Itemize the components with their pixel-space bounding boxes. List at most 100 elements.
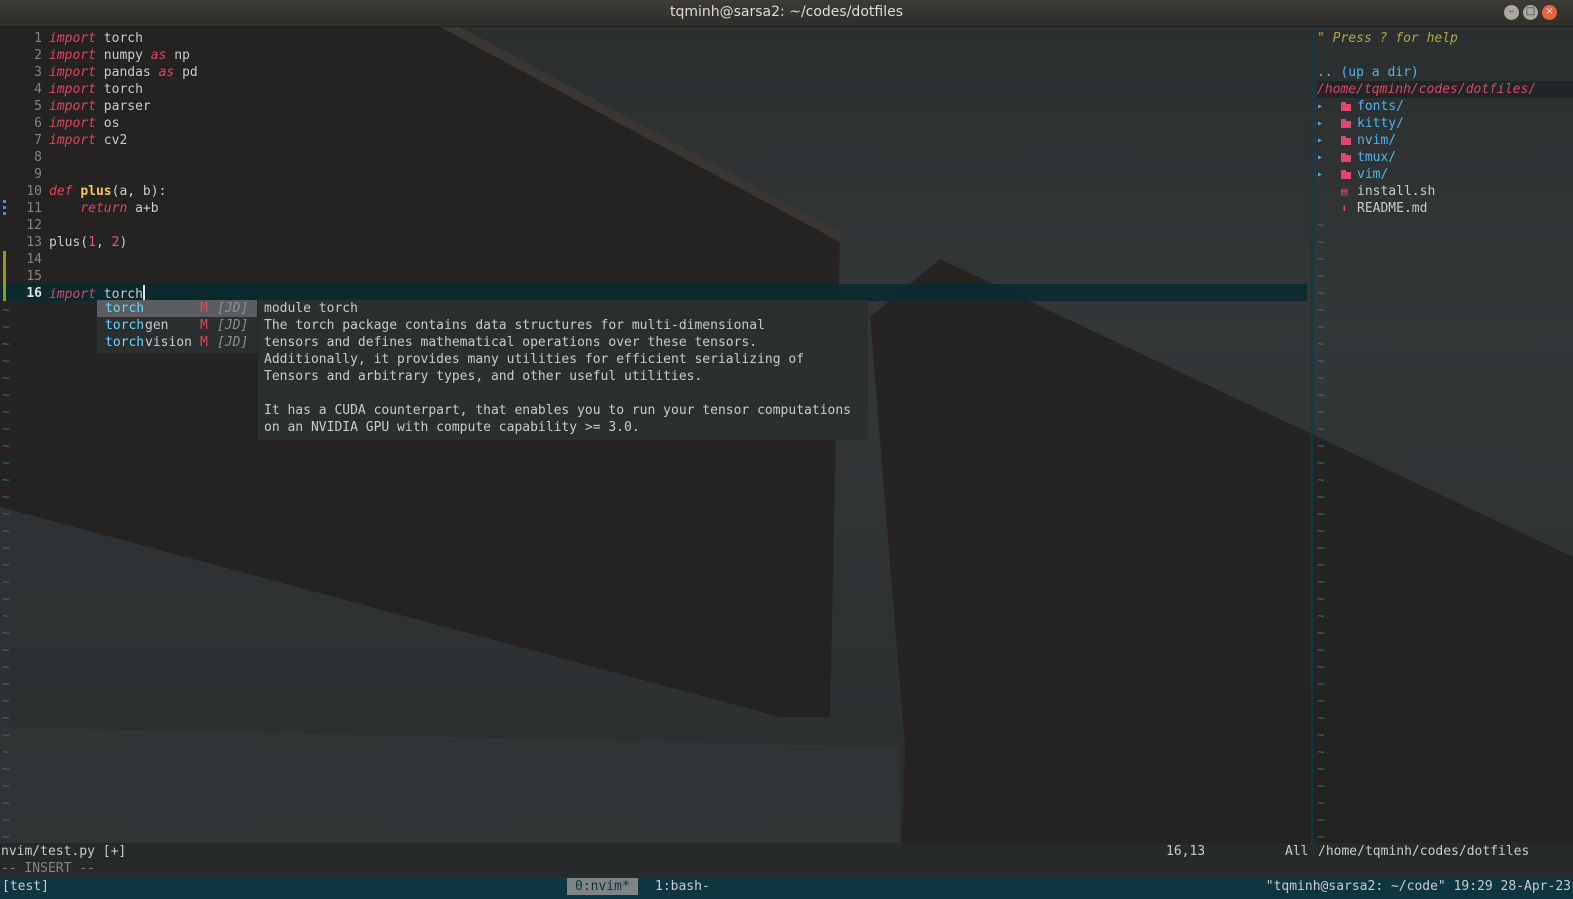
code-text: torch	[95, 82, 143, 97]
completion-source: [JD]	[217, 318, 249, 333]
tree-split-border	[1311, 27, 1313, 847]
code-line[interactable]: import parser	[49, 98, 151, 115]
code-line[interactable]: import cv2	[49, 132, 127, 149]
empty-line-marker: ~	[2, 422, 10, 437]
empty-line-marker: ~	[1317, 592, 1325, 607]
status-tree-path: /home/tqminh/codes/dotfiles	[1318, 844, 1530, 859]
empty-line-marker: ~	[2, 337, 10, 352]
tmux-session[interactable]: [test]	[2, 878, 49, 895]
code-line[interactable]: import pandas as pd	[49, 64, 198, 81]
empty-line-marker: ~	[1317, 388, 1325, 403]
code-keyword: def	[49, 184, 73, 199]
empty-line-marker: ~	[2, 813, 10, 828]
empty-line-marker: ~	[2, 320, 10, 335]
empty-line-marker: ~	[2, 745, 10, 760]
tree-folder[interactable]: ▸ vim/	[1317, 166, 1567, 183]
completion-source: [JD]	[217, 335, 249, 350]
empty-line-marker: ~	[2, 779, 10, 794]
empty-line-marker: ~	[2, 524, 10, 539]
code-line[interactable]: import os	[49, 115, 119, 132]
code-line[interactable]: return a+b	[49, 200, 158, 217]
line-number: 9	[34, 167, 42, 182]
tree-file[interactable]: ⬇ README.md	[1317, 200, 1567, 217]
empty-line-marker: ~	[1317, 524, 1325, 539]
empty-line-marker: ~	[1317, 473, 1325, 488]
doc-line: Tensors and arbitrary types, and other u…	[264, 369, 703, 384]
folder-icon	[1341, 119, 1351, 128]
empty-line-marker: ~	[2, 388, 10, 403]
code-keyword: import	[49, 133, 96, 148]
close-icon[interactable]: ×	[1542, 5, 1557, 20]
code-line[interactable]: import torch	[49, 30, 143, 47]
empty-line-marker: ~	[1317, 320, 1325, 335]
status-scroll: All	[1285, 844, 1309, 859]
code-text: parser	[95, 99, 151, 114]
tree-folder[interactable]: ▸ kitty/	[1317, 115, 1567, 132]
window-titlebar: tqminh@sarsa2: ~/codes/dotfiles – □ ×	[0, 0, 1573, 27]
tmux-window-nvim[interactable]: 0:nvim*	[567, 878, 638, 895]
code-keyword: as	[158, 65, 175, 80]
empty-line-marker: ~	[1317, 762, 1325, 777]
empty-line-marker: ~	[1317, 558, 1325, 573]
empty-line-marker: ~	[1317, 422, 1325, 437]
folder-icon	[1341, 102, 1351, 111]
empty-line-marker: ~	[1317, 252, 1325, 267]
empty-line-marker: ~	[2, 575, 10, 590]
empty-line-marker: ~	[1317, 235, 1325, 250]
empty-line-marker: ~	[1317, 354, 1325, 369]
cursor-line-highlight	[0, 284, 1307, 301]
code-text: numpy	[95, 48, 151, 63]
tree-folder[interactable]: ▸ tmux/	[1317, 149, 1567, 166]
code-line[interactable]: import torch	[49, 81, 143, 98]
empty-line-marker: ~	[1317, 303, 1325, 318]
completion-item[interactable]: torch M [JD]	[97, 300, 257, 317]
completion-item[interactable]: torch vision M [JD]	[97, 334, 257, 351]
folder-name: nvim/	[1357, 133, 1397, 148]
completion-kind: M	[200, 318, 208, 333]
completion-item[interactable]: torch gen M [JD]	[97, 317, 257, 334]
markdown-file-icon: ⬇	[1341, 202, 1348, 215]
empty-line-marker: ~	[1317, 711, 1325, 726]
code-text: os	[95, 116, 120, 131]
code-text: ,	[95, 235, 112, 250]
empty-line-marker: ~	[2, 711, 10, 726]
empty-line-marker: ~	[1317, 456, 1325, 471]
code-keyword: import	[49, 48, 96, 63]
empty-line-marker: ~	[2, 796, 10, 811]
empty-line-marker: ~	[1317, 626, 1325, 641]
code-text: )	[119, 235, 128, 250]
empty-line-marker: ~	[1317, 490, 1325, 505]
code-text: np	[166, 48, 190, 63]
line-number: 2	[34, 48, 42, 63]
tree-up-dir[interactable]: .. (up a dir)	[1317, 64, 1419, 81]
empty-line-marker: ~	[1317, 609, 1325, 624]
empty-line-marker: ~	[2, 694, 10, 709]
empty-line-marker: ~	[2, 490, 10, 505]
empty-line-marker: ~	[2, 660, 10, 675]
line-number: 1	[34, 31, 42, 46]
empty-line-marker: ~	[2, 541, 10, 556]
code-line[interactable]: plus(1, 2)	[49, 234, 127, 251]
code-line[interactable]: import numpy as np	[49, 47, 190, 64]
tmux-status-bar: [test] 0:nvim* 1:bash- "tqminh@sarsa2: ~…	[0, 877, 1573, 899]
doc-line: Additionally, it provides many utilities…	[264, 352, 805, 367]
code-line[interactable]: def plus(a, b):	[49, 183, 166, 200]
doc-line: on an NVIDIA GPU with compute capability…	[264, 420, 640, 435]
doc-line: The torch package contains data structur…	[264, 318, 765, 333]
status-file: nvim/test.py [+]	[1, 844, 127, 859]
git-sign-added	[3, 251, 6, 301]
code-keyword: import	[49, 31, 96, 46]
empty-line-marker: ~	[1317, 575, 1325, 590]
file-name: README.md	[1357, 201, 1428, 216]
status-line: nvim/test.py [+] 16,13 All /home/tqminh/…	[0, 843, 1573, 860]
code-keyword: import	[49, 116, 96, 131]
tmux-window-bash[interactable]: 1:bash-	[655, 878, 710, 895]
minimize-icon[interactable]: –	[1504, 5, 1519, 20]
empty-line-marker: ~	[1317, 541, 1325, 556]
tree-file[interactable]: ▤ install.sh	[1317, 183, 1567, 200]
tree-folder[interactable]: ▸ nvim/	[1317, 132, 1567, 149]
folder-icon	[1341, 170, 1351, 179]
folder-name: vim/	[1357, 167, 1389, 182]
maximize-icon[interactable]: □	[1523, 5, 1538, 20]
tree-folder[interactable]: ▸ fonts/	[1317, 98, 1567, 115]
